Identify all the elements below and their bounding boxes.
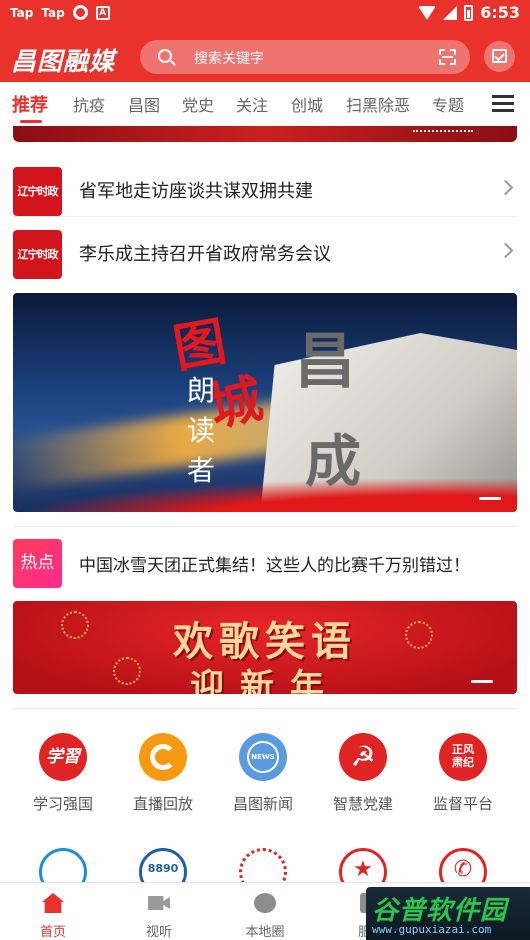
chevron-right-icon <box>497 242 514 259</box>
search-placeholder: 搜索关键字 <box>194 51 264 67</box>
nav-label: 视听 <box>145 925 172 940</box>
search-icon <box>158 49 172 63</box>
grid-label: 昌图新闻 <box>232 795 293 813</box>
carousel-dots <box>413 130 473 134</box>
hot-news-item[interactable]: 热点 中国冰雪天团正式集结！这些人的比赛千万别错过！ <box>13 526 517 600</box>
supervision-icon: 正风肃纪 <box>439 733 487 781</box>
hot-news-title: 中国冰雪天团正式集结！这些人的比赛千万别错过！ <box>79 556 470 576</box>
grid-label: 直播回放 <box>132 795 193 813</box>
grid-label: 监督平台 <box>432 795 493 813</box>
nav-local-circle[interactable]: 本地圈 <box>212 883 318 940</box>
tab-menu-icon[interactable] <box>492 95 514 113</box>
grid-item-star[interactable]: ★ <box>313 848 413 882</box>
tab-party-history[interactable]: 党史 <box>182 92 214 116</box>
grid-item-xuexi[interactable]: 学習 学习强国 <box>13 733 113 823</box>
festival-banner[interactable]: 欢歌笑语 迎新年 <box>13 601 517 694</box>
banner-vertical-text: 朗读者 <box>186 374 215 487</box>
video-icon <box>148 896 170 910</box>
scan-icon[interactable] <box>439 49 456 65</box>
festival-subtitle: 迎新年 <box>190 667 340 694</box>
a-notification-icon: A <box>95 5 110 20</box>
news-title: 省军地走访座谈共谋双拥共建 <box>79 181 313 202</box>
news-item[interactable]: 辽宁时政 李乐成主持召开省政府常务会议 <box>13 218 517 280</box>
nav-home[interactable]: 首页 <box>0 883 106 940</box>
signal-icon <box>443 5 458 20</box>
feature-banner[interactable]: 图 城 昌 成 朗读者 <box>13 293 517 512</box>
category-tabs: 推荐 抗疫 昌图 党史 关注 创城 扫黑除恶 专题 <box>0 82 530 126</box>
hotline-8890-icon: 8890 <box>139 848 187 882</box>
watermark-url: www.gupuxiazai.com <box>372 923 492 936</box>
tab-civilized-city[interactable]: 创城 <box>291 92 323 116</box>
search-bar[interactable]: 搜索关键字 <box>140 40 470 74</box>
site-watermark: 谷普软件园 www.gupuxiazai.com <box>366 887 530 940</box>
carousel-indicator <box>471 680 493 683</box>
calendar-check-icon <box>492 49 507 63</box>
notification-icons: Tap Tap A <box>10 5 110 20</box>
app-notification-icon <box>72 5 88 20</box>
xuexi-icon: 学習 <box>39 733 87 781</box>
grid-item-news[interactable]: NEWS 昌图新闻 <box>213 733 313 823</box>
app-header: Tap Tap A 6:53 昌图融媒 搜索关键字 <box>0 0 530 82</box>
nav-audiovisual[interactable]: 视听 <box>106 883 212 940</box>
hot-badge: 热点 <box>13 539 62 588</box>
nav-label: 首页 <box>39 925 66 940</box>
app-logo: 昌图融媒 <box>11 47 116 76</box>
news-item[interactable]: 辽宁时政 省军地走访座谈共谋双拥共建 <box>13 155 517 217</box>
grid-item-hotline[interactable]: 8890 <box>113 848 213 882</box>
grid-item-supervision[interactable]: 正风肃纪 监督平台 <box>413 733 513 823</box>
tab-changtu[interactable]: 昌图 <box>128 92 160 116</box>
grid-item-live-replay[interactable]: 直播回放 <box>113 733 213 823</box>
top-banner-partial[interactable] <box>13 126 517 142</box>
news-globe-icon: NEWS <box>239 733 287 781</box>
taptap-icon-2: Tap <box>41 5 65 20</box>
home-icon <box>42 893 64 913</box>
watermark-title: 谷普软件园 <box>372 896 508 926</box>
wifi-icon <box>418 5 437 20</box>
tab-anti-epidemic[interactable]: 抗疫 <box>73 92 105 116</box>
grid-label: 学习强国 <box>32 795 93 813</box>
grid-item-party[interactable]: ☭ 智慧党建 <box>313 733 413 823</box>
nav-label: 本地圈 <box>245 925 285 940</box>
party-emblem-icon: ☭ <box>339 733 387 781</box>
app-bar: 昌图融媒 搜索关键字 <box>0 34 530 80</box>
live-replay-icon <box>139 733 187 781</box>
grid-item-emblem[interactable] <box>213 848 313 882</box>
tab-special-topics[interactable]: 专题 <box>432 92 464 116</box>
news-thumbnail: 辽宁时政 <box>13 167 62 216</box>
planet-icon <box>254 893 276 913</box>
checkin-button[interactable] <box>484 41 515 72</box>
status-bar: Tap Tap A 6:53 <box>0 0 530 28</box>
system-status: 6:53 <box>418 3 520 22</box>
red-ribbon <box>13 478 517 512</box>
battery-icon <box>464 4 474 21</box>
news-thumbnail: 辽宁时政 <box>13 230 62 279</box>
phone-icon: ✆ <box>439 848 487 882</box>
divider <box>13 708 517 709</box>
grid-item-home-service[interactable] <box>13 848 113 882</box>
tab-follow[interactable]: 关注 <box>236 92 268 116</box>
grid-label: 智慧党建 <box>332 795 393 813</box>
taptap-icon: Tap <box>10 5 34 20</box>
carousel-indicator <box>479 497 501 500</box>
chevron-right-icon <box>497 179 514 196</box>
grid-item-phone[interactable]: ✆ <box>413 848 513 882</box>
banner-glyph: 昌 <box>295 327 355 397</box>
tab-recommend[interactable]: 推荐 <box>12 91 48 117</box>
home-service-icon <box>39 848 87 882</box>
clock: 6:53 <box>480 3 520 22</box>
tab-anti-crime[interactable]: 扫黑除恶 <box>346 92 410 116</box>
banner-glyph: 成 <box>305 429 361 495</box>
star-icon: ★ <box>339 848 387 882</box>
emblem-icon <box>239 848 287 882</box>
active-tab-indicator <box>20 120 42 123</box>
news-title: 李乐成主持召开省政府常务会议 <box>79 244 331 265</box>
